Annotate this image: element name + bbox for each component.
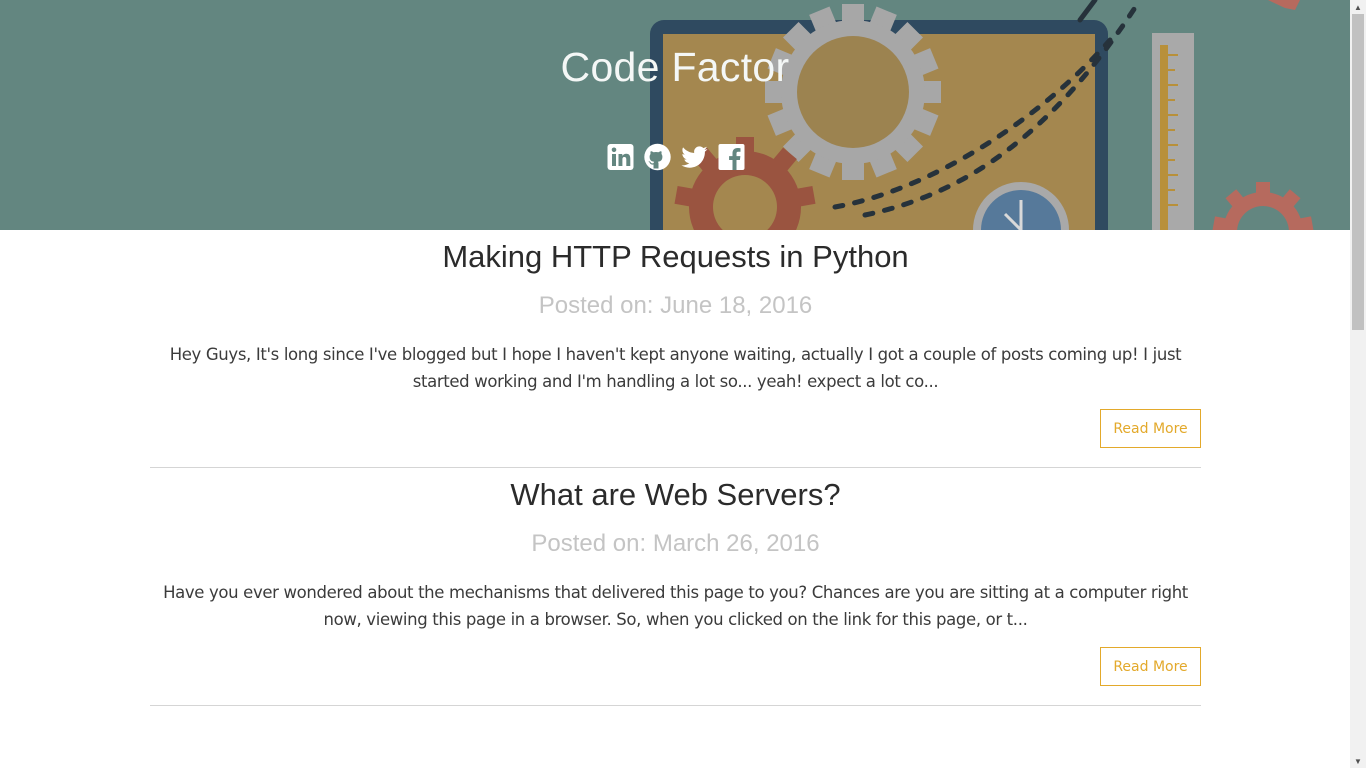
post-date: Posted on: March 26, 2016: [531, 530, 820, 557]
linkedin-icon: [607, 144, 634, 170]
scroll-thumb[interactable]: [1352, 14, 1364, 330]
post-actions: Read More: [150, 395, 1201, 465]
site-title: Code Factor: [560, 44, 790, 90]
social-links: [607, 143, 745, 171]
post-title[interactable]: Making HTTP Requests in Python: [150, 230, 1201, 283]
post-excerpt: Hey Guys, It's long since I've blogged b…: [169, 345, 1182, 391]
facebook-link[interactable]: [718, 143, 745, 171]
scroll-up-arrow-icon[interactable]: ▲: [1350, 0, 1366, 14]
post-list: Making HTTP Requests in Python Posted on…: [150, 230, 1201, 706]
read-more-button[interactable]: Read More: [1100, 647, 1201, 686]
twitter-icon: [681, 146, 708, 168]
scroll-down-arrow-icon[interactable]: ▼: [1350, 754, 1366, 768]
linkedin-link[interactable]: [607, 143, 634, 171]
post-card: What are Web Servers? Posted on: March 2…: [150, 468, 1201, 706]
post-card: Making HTTP Requests in Python Posted on…: [150, 230, 1201, 468]
post-title[interactable]: What are Web Servers?: [150, 468, 1201, 521]
github-link[interactable]: [644, 143, 671, 171]
post-actions: Read More: [150, 633, 1201, 703]
header-illustration: [650, 0, 1314, 230]
read-more-button[interactable]: Read More: [1100, 409, 1201, 448]
facebook-icon: [718, 144, 745, 170]
twitter-link[interactable]: [681, 143, 708, 171]
post-excerpt: Have you ever wondered about the mechani…: [163, 583, 1188, 629]
post-date: Posted on: June 18, 2016: [538, 292, 813, 319]
site-header: Code Factor: [0, 0, 1350, 230]
github-icon: [644, 143, 671, 171]
page: Code Factor Making HTTP Requests in Pyth…: [0, 0, 1350, 768]
vertical-scrollbar[interactable]: ▲ ▼: [1350, 0, 1366, 768]
post-divider: [150, 705, 1201, 706]
